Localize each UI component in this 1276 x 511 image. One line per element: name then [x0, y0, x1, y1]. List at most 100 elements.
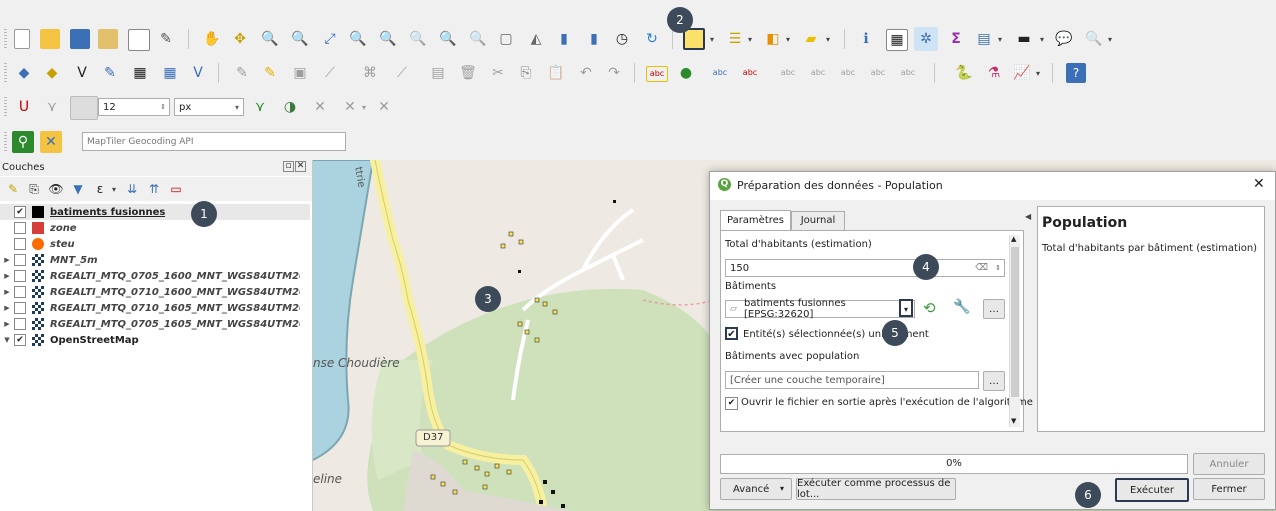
layer-visibility-checkbox[interactable]	[14, 254, 26, 266]
geocoder-settings-icon[interactable]: ✕	[40, 131, 62, 153]
pin-labels-icon[interactable]: abc	[710, 63, 730, 83]
chevron-down-icon[interactable]: ▾	[998, 35, 1002, 44]
chevron-down-icon[interactable]: ▾	[748, 35, 752, 44]
selected-only-checkbox[interactable]: ✔	[725, 327, 738, 340]
zoom-in-icon[interactable]: 🔍	[260, 29, 280, 49]
layer-row[interactable]: ✔ batiments fusionnes	[0, 204, 310, 220]
snap-mode-icon[interactable]	[70, 96, 98, 120]
print-layout-icon[interactable]	[128, 29, 150, 51]
paste-icon[interactable]: 📋	[546, 63, 566, 83]
copy-icon[interactable]: ⎘	[516, 63, 536, 83]
open-project-icon[interactable]	[40, 29, 60, 49]
expand-arrow-icon[interactable]: ▶	[0, 288, 14, 296]
close-button[interactable]: Fermer	[1193, 478, 1265, 500]
python-icon[interactable]: 🐍	[954, 63, 974, 83]
topological-editing-icon[interactable]: ⋎	[250, 97, 270, 117]
collapse-help-icon[interactable]: ◀	[1025, 212, 1031, 221]
toolbar-grip[interactable]	[4, 29, 7, 49]
label-icon[interactable]: abc	[646, 66, 668, 82]
undo-icon[interactable]: ↶	[576, 63, 596, 83]
current-edits-icon[interactable]: ✎	[232, 63, 252, 83]
output-input[interactable]: [Créer une couche temporaire]	[725, 371, 979, 389]
zoom-native-icon[interactable]: 🔍	[408, 29, 428, 49]
chevron-down-icon[interactable]: ▾	[826, 35, 830, 44]
open-layer-styling-icon[interactable]: ✎	[3, 179, 23, 199]
select-by-value-icon[interactable]: ☰	[725, 29, 745, 49]
chevron-down-icon[interactable]: ▾	[780, 484, 784, 493]
snap-tolerance-field[interactable]: 12 ⇕	[98, 98, 170, 116]
close-panel-icon[interactable]: ✕	[295, 161, 306, 172]
new-map-view-icon[interactable]: ▢	[496, 29, 516, 49]
manage-visibility-icon[interactable]: 👁	[46, 179, 66, 199]
chevron-down-icon[interactable]: ▾	[1036, 69, 1040, 78]
open-after-checkbox[interactable]: ✔	[725, 397, 738, 410]
advanced-options-icon[interactable]: 🔧	[953, 299, 970, 315]
clear-field-icon[interactable]: ⌫	[975, 263, 988, 273]
float-panel-icon[interactable]: ▫	[283, 161, 294, 172]
pan-to-selection-icon[interactable]: ✥	[230, 29, 250, 49]
layer-visibility-checkbox[interactable]	[14, 286, 26, 298]
chevron-down-icon[interactable]: ▾	[710, 35, 714, 44]
save-as-icon[interactable]	[98, 29, 118, 49]
scroll-up-icon[interactable]: ▲	[1011, 235, 1016, 243]
zoom-last-icon[interactable]: 🔍	[438, 29, 458, 49]
batiments-layer-select[interactable]: ▱ batiments fusionnes [EPSG:32620]	[725, 298, 915, 320]
expand-arrow-icon[interactable]: ▶	[0, 272, 14, 280]
layer-visibility-checkbox[interactable]: ✔	[14, 206, 26, 218]
delete-selected-icon[interactable]: 🗑	[458, 63, 478, 83]
save-edits-icon[interactable]: ▣	[290, 63, 310, 83]
deselect-all-icon[interactable]: ◧	[763, 29, 783, 49]
snap-vertex-icon[interactable]: ⋎	[42, 97, 62, 117]
zoom-selection-icon[interactable]: 🔍	[348, 29, 368, 49]
expand-arrow-icon[interactable]: ▶	[0, 320, 14, 328]
batch-button[interactable]: Exécuter comme processus de lot...	[796, 478, 956, 500]
layer-row[interactable]: steu	[0, 236, 310, 252]
zoom-out-icon[interactable]: 🔍	[290, 29, 310, 49]
memory-layer-icon[interactable]: ▦	[130, 63, 150, 83]
tab-parametres[interactable]: Paramètres	[720, 210, 791, 231]
layer-visibility-checkbox[interactable]	[14, 302, 26, 314]
field-calculator-icon[interactable]: ▤	[974, 29, 994, 49]
parameters-scrollbar[interactable]: ▲ ▼	[1009, 235, 1020, 427]
identify-icon[interactable]: ℹ	[856, 29, 876, 49]
geocoder-input[interactable]	[82, 132, 346, 151]
cut-icon[interactable]: ✂	[488, 63, 508, 83]
layer-row[interactable]: ▶ RGEALTI_MTQ_0705_1605_MNT_WGS84UTM20_M	[0, 316, 310, 332]
scrollbar-thumb[interactable]	[1011, 247, 1019, 397]
iterate-features-icon[interactable]: ⟲	[923, 299, 936, 317]
snap-segment-icon[interactable]: ✕	[340, 97, 360, 117]
zoom-next-icon[interactable]: 🔍	[468, 29, 488, 49]
stepper-icon[interactable]: ⇕	[995, 264, 1001, 272]
digitize-icon[interactable]: ✎	[100, 63, 120, 83]
layer-visibility-checkbox[interactable]	[14, 270, 26, 282]
snap-unit-select[interactable]: px ▾	[174, 98, 244, 116]
layer-visibility-checkbox[interactable]	[14, 238, 26, 250]
toggle-editing-icon[interactable]: ✎	[260, 63, 280, 83]
chevron-down-icon[interactable]: ▾	[786, 35, 790, 44]
profile-tool-icon[interactable]: 📈	[1012, 63, 1032, 83]
add-vector-icon[interactable]: V	[188, 63, 208, 83]
browse-layer-button[interactable]: …	[983, 299, 1005, 319]
diagram-icon[interactable]: ●	[676, 63, 696, 83]
plugin-icon[interactable]: ⚗	[984, 63, 1004, 83]
pan-icon[interactable]: ✋	[202, 29, 222, 49]
toolbar-grip[interactable]	[4, 97, 7, 117]
change-label-icon[interactable]: abc	[838, 63, 858, 83]
expand-all-icon[interactable]: ⇊	[122, 179, 142, 199]
layer-row[interactable]: ▶ RGEALTI_MTQ_0710_1600_MNT_WGS84UTM20_M	[0, 284, 310, 300]
data-source-manager-icon[interactable]: ◆	[14, 63, 34, 83]
expand-arrow-icon[interactable]: ▶	[0, 304, 14, 312]
chevron-down-icon[interactable]: ▾	[362, 103, 366, 112]
style-manager-icon[interactable]: ✎	[156, 29, 176, 49]
help-icon[interactable]: ?	[1066, 63, 1086, 83]
locator-icon[interactable]: 🔍	[1084, 29, 1104, 49]
rotate-label-icon[interactable]: abc	[808, 63, 828, 83]
show-hide-labels-icon[interactable]: abc	[868, 63, 888, 83]
layer-visibility-checkbox[interactable]: ✔	[14, 334, 26, 346]
vertex-tool-icon[interactable]: ⌘	[360, 63, 380, 83]
run-button[interactable]: Exécuter	[1115, 478, 1189, 502]
tab-journal[interactable]: Journal	[791, 211, 845, 231]
total-input[interactable]: 150 ⌫ ⇕	[725, 259, 1005, 277]
temporal-controller-icon[interactable]: ◷	[612, 29, 632, 49]
save-project-icon[interactable]	[70, 29, 90, 49]
